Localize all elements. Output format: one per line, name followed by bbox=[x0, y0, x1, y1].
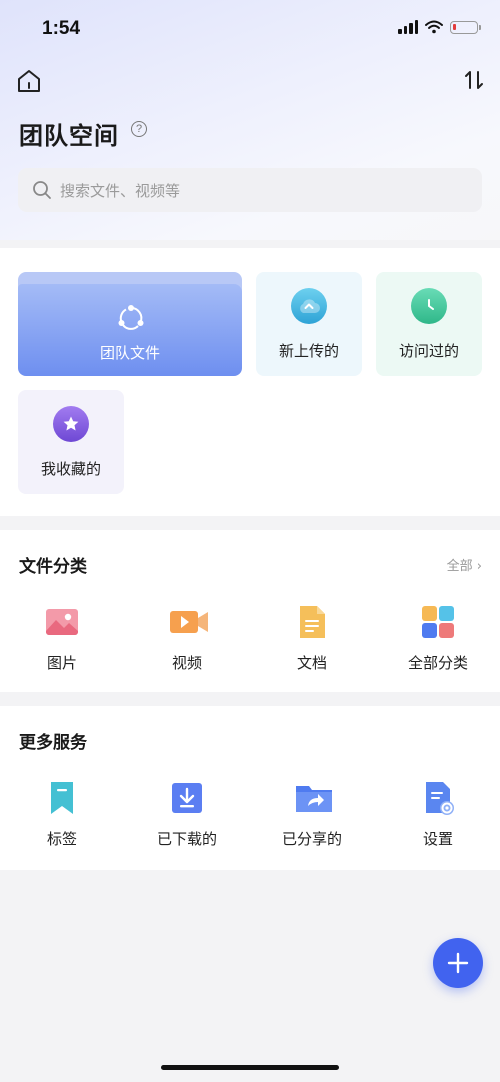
search-icon bbox=[33, 181, 51, 199]
file-categories-section: 文件分类 全部 › 图片 视频 文档 全部分类 bbox=[0, 530, 500, 692]
wifi-icon bbox=[425, 20, 443, 34]
page-title: 团队空间 bbox=[19, 122, 119, 150]
image-icon bbox=[44, 604, 80, 640]
battery-icon bbox=[450, 20, 481, 34]
category-videos[interactable]: 视频 bbox=[127, 604, 247, 673]
help-icon[interactable]: ? bbox=[131, 121, 147, 137]
category-label: 图片 bbox=[46, 654, 77, 672]
video-icon bbox=[169, 604, 208, 640]
search-placeholder: 搜索文件、视频等 bbox=[60, 181, 181, 200]
service-label: 标签 bbox=[46, 830, 77, 848]
more-services-section: 更多服务 标签 已下载的 已分享的 设置 bbox=[0, 706, 500, 870]
category-all[interactable]: 全部分类 bbox=[378, 604, 498, 673]
search-input[interactable]: 搜索文件、视频等 bbox=[18, 168, 482, 212]
home-indicator[interactable] bbox=[161, 1065, 339, 1070]
category-documents[interactable]: 文档 bbox=[252, 604, 372, 673]
download-icon bbox=[169, 780, 205, 816]
cloud-upload-icon bbox=[291, 288, 327, 324]
category-images[interactable]: 图片 bbox=[2, 604, 122, 673]
category-label: 文档 bbox=[296, 654, 327, 672]
tile-recently-visited[interactable]: 访问过的 bbox=[376, 272, 482, 376]
bookmark-icon bbox=[44, 780, 80, 816]
status-bar: 1:54 bbox=[0, 0, 500, 60]
tile-recent-uploads[interactable]: 新上传的 bbox=[256, 272, 362, 376]
tile-favorites[interactable]: 我收藏的 bbox=[18, 390, 124, 494]
service-settings[interactable]: 设置 bbox=[378, 780, 498, 849]
tile-label: 新上传的 bbox=[278, 342, 339, 360]
status-icons bbox=[398, 20, 481, 34]
plus-icon bbox=[447, 952, 469, 974]
share-nodes-icon bbox=[118, 305, 144, 330]
shared-folder-icon bbox=[294, 780, 332, 816]
service-downloaded[interactable]: 已下载的 bbox=[127, 780, 247, 849]
document-icon bbox=[294, 604, 330, 640]
team-files-card[interactable]: 团队文件 bbox=[18, 272, 242, 376]
nav-row bbox=[0, 60, 500, 100]
quick-access-section: 团队文件 新上传的 访问过的 我收藏的 bbox=[0, 248, 500, 516]
all-categories-link[interactable]: 全部 › bbox=[447, 555, 482, 574]
sort-icon[interactable] bbox=[462, 68, 486, 92]
add-button[interactable] bbox=[433, 938, 483, 988]
tile-label: 访问过的 bbox=[398, 342, 459, 360]
settings-doc-icon bbox=[420, 780, 456, 816]
cellular-signal-icon bbox=[398, 20, 418, 34]
status-time: 1:54 bbox=[42, 18, 81, 39]
service-shared[interactable]: 已分享的 bbox=[252, 780, 372, 849]
service-tags[interactable]: 标签 bbox=[2, 780, 122, 849]
section-title: 更多服务 bbox=[19, 733, 87, 753]
all-categories-icon bbox=[420, 604, 456, 640]
section-title: 文件分类 bbox=[19, 557, 87, 577]
service-label: 已分享的 bbox=[281, 830, 342, 848]
category-label: 全部分类 bbox=[407, 654, 468, 672]
service-label: 设置 bbox=[422, 830, 453, 848]
service-label: 已下载的 bbox=[156, 830, 217, 848]
tile-label: 我收藏的 bbox=[40, 460, 101, 478]
home-icon[interactable] bbox=[16, 68, 42, 94]
star-icon bbox=[53, 406, 89, 442]
clock-icon bbox=[411, 288, 447, 324]
team-files-label: 团队文件 bbox=[99, 344, 160, 362]
category-label: 视频 bbox=[171, 654, 202, 672]
